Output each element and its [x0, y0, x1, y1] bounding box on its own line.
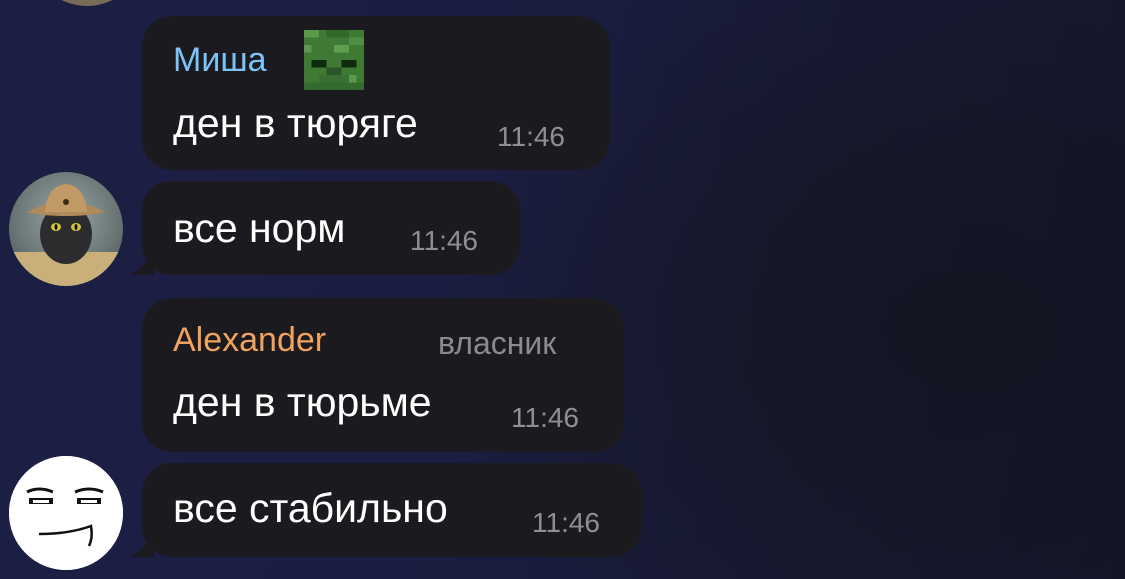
sender-name[interactable]: Миша	[173, 40, 267, 80]
message-text: все норм	[173, 205, 346, 251]
admin-role-label: власник	[438, 325, 557, 361]
message-bubble[interactable]: все норм 11:46	[142, 181, 520, 275]
sender-name[interactable]: Alexander	[173, 320, 326, 360]
message-time: 11:46	[497, 121, 565, 152]
message-bubble[interactable]: Alexander власник ден в тюрьме 11:46	[142, 298, 624, 452]
message-bubble[interactable]: все стабильно 11:46	[142, 463, 642, 557]
chat-view: Миша ден в тюряге 11:46 все норм 11:46 A…	[0, 0, 1125, 579]
message-text: все стабильно	[173, 485, 448, 531]
message-text: ден в тюрьме	[173, 379, 432, 425]
message-time: 11:46	[410, 225, 478, 256]
message-text: ден в тюряге	[173, 100, 418, 146]
cowboy-cat-avatar[interactable]	[9, 172, 123, 286]
message-time: 11:46	[532, 507, 600, 538]
message-bubble[interactable]: Миша ден в тюряге 11:46	[142, 16, 610, 170]
avatar-partial[interactable]	[30, 0, 144, 6]
meme-face-avatar[interactable]	[9, 456, 123, 570]
zombie-face-icon	[304, 30, 364, 90]
message-time: 11:46	[511, 402, 579, 433]
